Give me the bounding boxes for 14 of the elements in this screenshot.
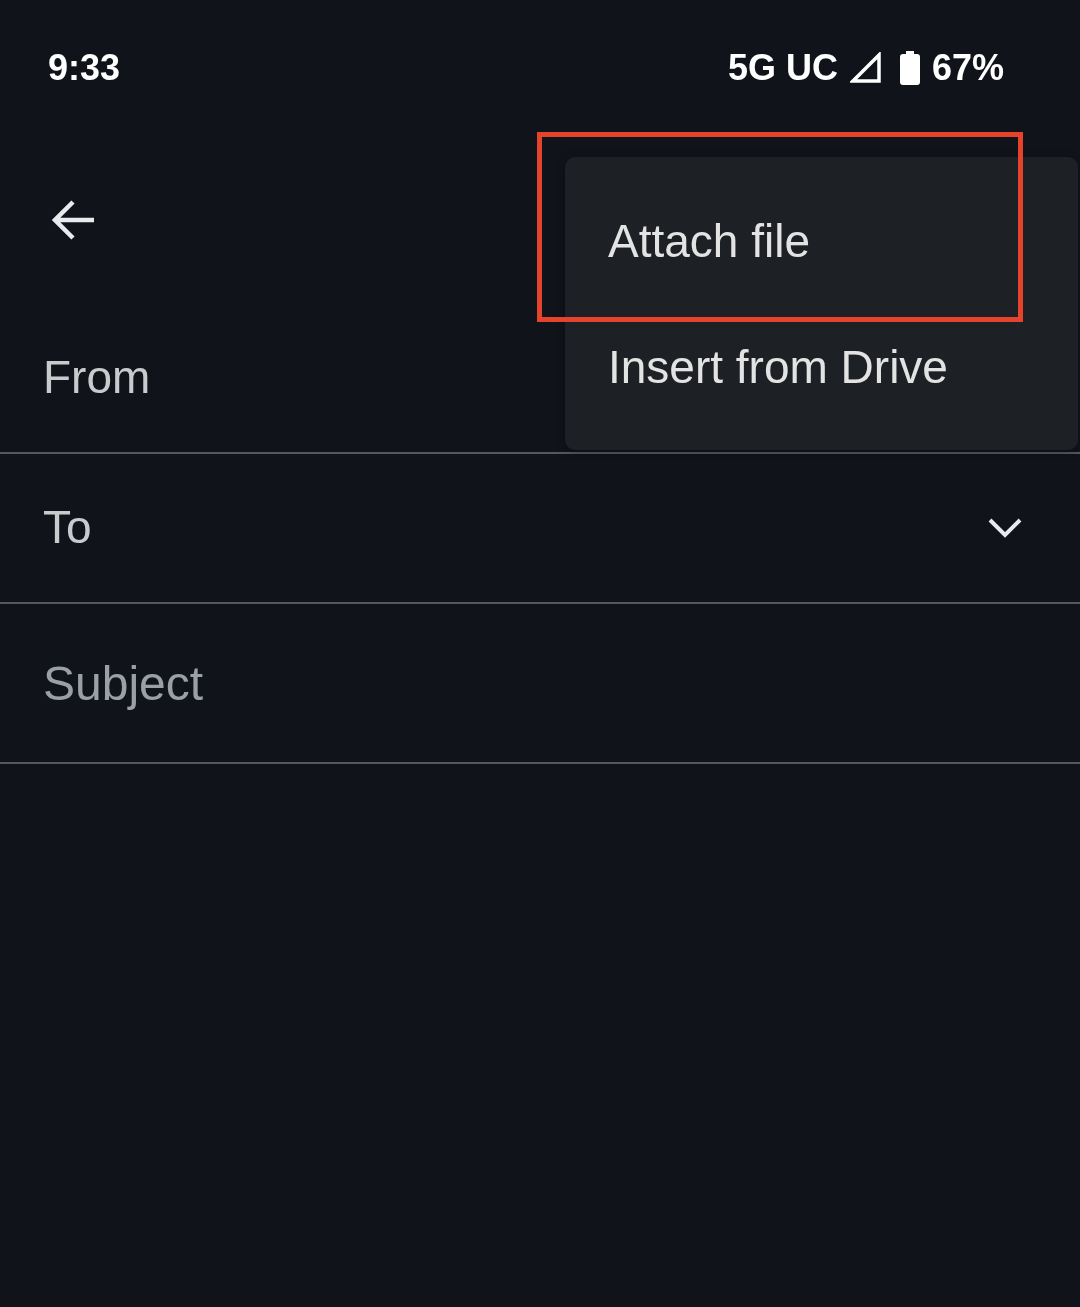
- network-type: 5G UC: [727, 50, 838, 86]
- to-label: To: [43, 500, 92, 556]
- menu-item[interactable]: Insert from Drive: [565, 304, 1078, 430]
- cellular-signal-icon: [849, 52, 882, 84]
- back-arrow-icon: [52, 200, 96, 240]
- chevron-down-icon: [988, 518, 1022, 538]
- menu-item[interactable]: Attach file: [565, 178, 1078, 304]
- expand-button[interactable]: [988, 518, 1022, 538]
- battery-icon: [899, 51, 920, 85]
- status-time: 9:33: [48, 50, 121, 86]
- battery-percentage: 67%: [931, 50, 1004, 86]
- from-label: From: [43, 350, 151, 406]
- subject-field[interactable]: Subject: [43, 643, 1022, 723]
- back-button[interactable]: [52, 200, 96, 240]
